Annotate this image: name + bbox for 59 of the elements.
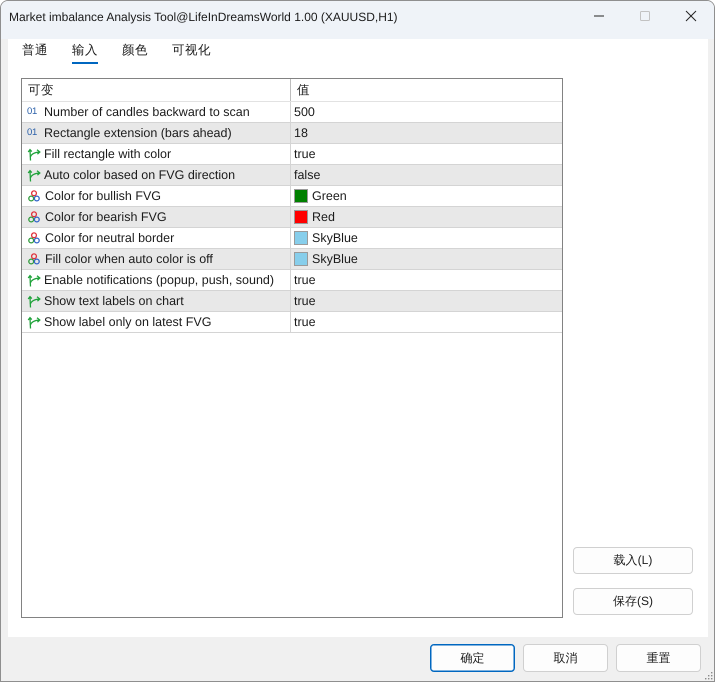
table-row[interactable]: 01 Number of candles backward to scan 500 xyxy=(22,102,562,123)
circles-icon xyxy=(28,232,40,244)
parameter-name: Auto color based on FVG direction xyxy=(44,168,236,182)
side-button[interactable]: 载入(L) xyxy=(573,547,693,574)
table-row[interactable]: Auto color based on FVG direction false xyxy=(22,165,562,186)
parameter-name: Color for neutral border xyxy=(45,231,174,245)
column-header: 可变 xyxy=(28,82,54,98)
tab[interactable]: 颜色 xyxy=(122,42,148,64)
tab[interactable]: 输入 xyxy=(72,42,98,64)
table-row[interactable]: Color for neutral border SkyBlue xyxy=(22,228,562,249)
table-row[interactable]: Color for bearish FVG Red xyxy=(22,207,562,228)
parameter-value: SkyBlue xyxy=(312,252,358,266)
parameter-value: true xyxy=(294,294,316,308)
integer-type-icon: 01 xyxy=(27,106,40,118)
circles-icon xyxy=(28,190,40,202)
parameter-value: SkyBlue xyxy=(312,231,358,245)
parameter-name: Rectangle extension (bars ahead) xyxy=(44,126,232,140)
branch-arrow-icon xyxy=(27,273,41,287)
parameter-name: Fill rectangle with color xyxy=(44,147,172,161)
parameter-name: Show text labels on chart xyxy=(44,294,184,308)
branch-arrow-icon xyxy=(27,294,41,308)
parameter-value: Red xyxy=(312,210,335,224)
parameter-name: Enable notifications (popup, push, sound) xyxy=(44,273,274,287)
column-header: 值 xyxy=(297,82,310,98)
tab[interactable]: 普通 xyxy=(22,42,48,64)
dialog-button[interactable]: 取消 xyxy=(523,644,608,672)
tab[interactable]: 可视化 xyxy=(172,42,211,64)
dialog-button[interactable]: 确定 xyxy=(430,644,515,672)
table-row[interactable]: Fill rectangle with color true xyxy=(22,144,562,165)
table-row[interactable]: Show text labels on chart true xyxy=(22,291,562,312)
parameter-name: Show label only on latest FVG xyxy=(44,315,212,329)
dialog-button[interactable]: 重置 xyxy=(616,644,701,672)
parameter-name: Fill color when auto color is off xyxy=(45,252,213,266)
circles-icon xyxy=(28,253,40,265)
side-button[interactable]: 保存(S) xyxy=(573,588,693,615)
circles-icon xyxy=(28,211,40,223)
parameter-name: Number of candles backward to scan xyxy=(44,105,250,119)
resize-grip-icon[interactable] xyxy=(705,672,713,680)
parameter-value: 18 xyxy=(294,126,308,140)
parameter-value: true xyxy=(294,315,316,329)
parameter-value: Green xyxy=(312,189,347,203)
table-row[interactable]: Color for bullish FVG Green xyxy=(22,186,562,207)
branch-arrow-icon xyxy=(27,315,41,329)
parameter-name: Color for bullish FVG xyxy=(45,189,162,203)
window-title: Market imbalance Analysis Tool@LifeInDreamsWorld 1.00 (XAUUSD,H1) xyxy=(9,9,398,25)
parameter-value: 500 xyxy=(294,105,315,119)
table-row[interactable]: Enable notifications (popup, push, sound) true xyxy=(22,270,562,291)
parameter-name: Color for bearish FVG xyxy=(45,210,167,224)
close-icon xyxy=(686,11,696,21)
table-row[interactable]: 01 Rectangle extension (bars ahead) 18 xyxy=(22,123,562,144)
branch-arrow-icon xyxy=(27,168,41,182)
table-row[interactable]: Show label only on latest FVG true xyxy=(22,312,562,333)
parameter-value: false xyxy=(294,168,320,182)
branch-arrow-icon xyxy=(27,147,41,161)
maximize-icon xyxy=(640,11,650,21)
table-row[interactable]: Fill color when auto color is off SkyBlue xyxy=(22,249,562,270)
integer-type-icon: 01 xyxy=(27,127,40,139)
parameter-value: true xyxy=(294,273,316,287)
parameter-value: true xyxy=(294,147,316,161)
